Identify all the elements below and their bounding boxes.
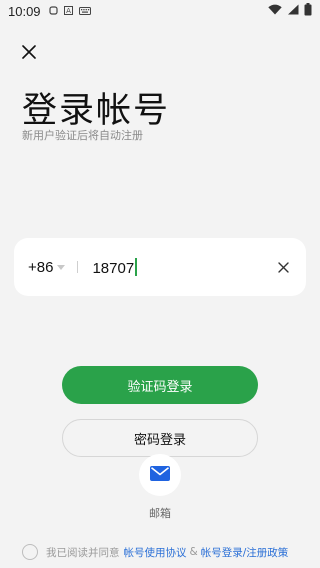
chevron-down-icon[interactable] [57,264,66,270]
phone-number-field[interactable]: 18707 [92,257,138,277]
wifi-icon [268,4,282,19]
page-subtitle: 新用户验证后将自动注册 [22,129,143,142]
login-policy-link[interactable]: 帐号登录/注册政策 [201,545,289,560]
status-time: 10:09 [8,3,41,19]
clear-input-button[interactable] [274,258,292,276]
password-login-button[interactable]: 密码登录 [62,419,258,457]
mail-icon [150,465,170,485]
account-agreement-link[interactable]: 帐号使用协议 [124,545,187,560]
country-code-selector[interactable]: +86 [28,259,53,276]
phone-input-card: +86 18707 [14,238,306,296]
a-letter-icon: A [63,4,73,19]
rounded-square-icon [48,4,58,19]
divider [77,261,79,273]
keyboard-icon [78,4,91,19]
agreement-row: 我已阅读并同意 帐号使用协议 & 帐号登录/注册政策 [22,544,288,560]
ampersand: & [189,546,198,558]
email-label: 邮箱 [149,507,171,520]
battery-icon [304,2,312,20]
close-button[interactable] [18,42,40,64]
status-left-icons: A [48,4,91,19]
svg-text:A: A [66,7,71,15]
email-login-button[interactable] [139,454,181,496]
text-caret [135,257,138,276]
close-icon [22,44,36,63]
status-bar: 10:09 A [0,0,320,22]
close-icon [277,258,289,277]
status-right-icons [268,2,312,20]
sms-code-login-button[interactable]: 验证码登录 [62,366,258,404]
page-title: 登录帐号 [22,91,171,131]
agreement-checkbox[interactable] [22,544,38,560]
phone-number-value: 18707 [92,259,135,277]
agreement-prefix: 我已阅读并同意 [46,546,120,559]
signal-icon [287,4,299,19]
